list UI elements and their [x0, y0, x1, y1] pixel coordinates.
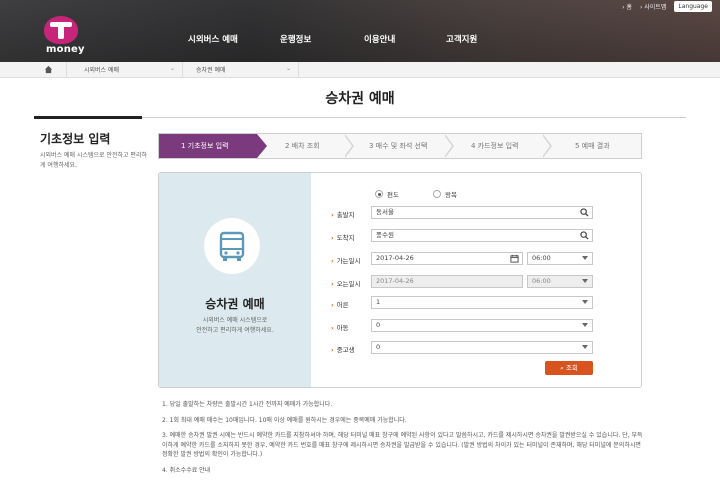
chevron-down-icon — [582, 256, 588, 260]
arrival-label: › 도착지 — [331, 234, 355, 242]
chevron-down-icon[interactable]: ⌄ — [170, 65, 175, 72]
arrival-input[interactable]: 풍수원 — [371, 229, 593, 242]
go-date-input[interactable]: 2017-04-26 — [371, 252, 523, 265]
departure-label: › 출발지 — [331, 211, 355, 219]
util-sitemap-link[interactable]: › 사이트맵 — [640, 2, 666, 11]
side-description: 시외버스 예매 시스템으로 안전하고 편리하게 여행하세요. — [40, 152, 147, 169]
main-nav: 시외버스 예매 운행정보 이용안내 고객지원 — [0, 33, 720, 47]
booking-panel: 승차권 예매 시외버스 예매 시스템으로 안전하고 편리하게 여행하세요. 편도… — [158, 172, 642, 388]
search-icon[interactable] — [580, 231, 589, 240]
trip-type: 편도 왕복 — [375, 189, 457, 199]
home-icon[interactable] — [44, 65, 53, 74]
site-header: money › 홈 › 사이트맵 Language 시외버스 예매 운행정보 이… — [0, 0, 720, 62]
chevron-down-icon[interactable]: ⌄ — [286, 65, 291, 72]
breadcrumb: 시외버스 예매 ⌄ 승차권 예매 ⌄ — [0, 62, 720, 78]
return-datetime-label: › 오는일시 — [331, 280, 361, 288]
step-3: 3 매수 및 좌석 선택 — [369, 142, 428, 150]
chevron-down-icon — [582, 279, 588, 283]
panel-intro: 승차권 예매 시외버스 예매 시스템으로 안전하고 편리하게 여행하세요. — [159, 173, 311, 387]
step-arrow — [542, 134, 552, 158]
side-heading: 기초정보 입력 — [40, 132, 111, 146]
child-select[interactable]: 0 — [371, 319, 593, 332]
util-home-link[interactable]: › 홈 — [622, 2, 632, 11]
step-1: 1 기초정보 입력 — [181, 142, 229, 150]
chevron-down-icon — [582, 323, 588, 327]
step-arrow — [344, 134, 354, 158]
adult-label: › 어른 — [331, 301, 349, 309]
label-roundtrip: 왕복 — [444, 191, 457, 199]
note-item: 2. 1회 최대 예매 매수는 10매입니다. 10매 이상 예매를 원하시는 … — [162, 416, 407, 424]
breadcrumb-level1[interactable]: 시외버스 예매 — [84, 65, 119, 74]
chevron-down-icon — [582, 345, 588, 349]
radio-roundtrip[interactable] — [432, 190, 441, 198]
language-button[interactable]: Language — [674, 1, 712, 12]
panel-title: 승차권 예매 — [205, 297, 265, 311]
go-datetime-label: › 가는일시 — [331, 257, 361, 265]
teen-label: › 중고생 — [331, 346, 355, 354]
note-item: 3. 예매한 승차권 발권 시에는 반드시 예약한 카드를 지참하셔야 하며, … — [162, 432, 643, 458]
nav-item-route-info[interactable]: 운행정보 — [280, 33, 311, 45]
radio-oneway[interactable] — [375, 190, 383, 198]
side-accent-bar — [34, 116, 142, 119]
calendar-icon[interactable] — [510, 254, 519, 263]
child-label: › 아동 — [331, 324, 349, 332]
page-title: 승차권 예매 — [325, 91, 395, 107]
utility-menu: › 홈 › 사이트맵 Language — [622, 1, 712, 12]
adult-select[interactable]: 1 — [371, 296, 593, 309]
nav-item-bus-booking[interactable]: 시외버스 예매 — [188, 33, 238, 45]
go-time-select[interactable]: 06:00 — [527, 252, 593, 265]
page: money › 홈 › 사이트맵 Language 시외버스 예매 운행정보 이… — [0, 0, 720, 485]
progress-steps: 1 기초정보 입력 2 배차 조회 3 매수 및 좌석 선택 4 카드정보 입력… — [158, 133, 642, 159]
teen-select[interactable]: 0 — [371, 341, 593, 354]
chevron-down-icon — [582, 300, 588, 304]
search-button[interactable]: ⌕ 조회 — [545, 361, 593, 375]
breadcrumb-level2[interactable]: 승차권 예매 — [196, 65, 226, 74]
return-date-input[interactable]: 2017-04-26 — [371, 275, 523, 288]
nav-item-guide[interactable]: 이용안내 — [364, 33, 395, 45]
step-4: 4 카드정보 입력 — [471, 142, 519, 150]
note-item: 1. 당일 출발하는 차량은 출발시간 1시간 전까지 예매가 가능합니다. — [162, 401, 333, 408]
booking-notes: 1. 당일 출발하는 차량은 출발시간 1시간 전까지 예매가 가능합니다. 2… — [162, 400, 646, 481]
search-icon[interactable] — [580, 208, 589, 217]
departure-input[interactable]: 동서울 — [371, 206, 593, 219]
label-oneway: 편도 — [387, 191, 399, 199]
return-time-select[interactable]: 06:00 — [527, 275, 593, 288]
step-arrow — [444, 134, 454, 158]
panel-desc: 시외버스 예매 시스템으로 안전하고 편리하게 여행하세요. — [196, 317, 274, 334]
nav-item-support[interactable]: 고객지원 — [446, 33, 477, 45]
step-5: 5 예매 결과 — [575, 142, 610, 150]
note-item[interactable]: 4. 취소수수료 안내 — [162, 466, 646, 476]
step-2: 2 배차 조회 — [285, 142, 320, 150]
bus-icon — [204, 218, 260, 274]
